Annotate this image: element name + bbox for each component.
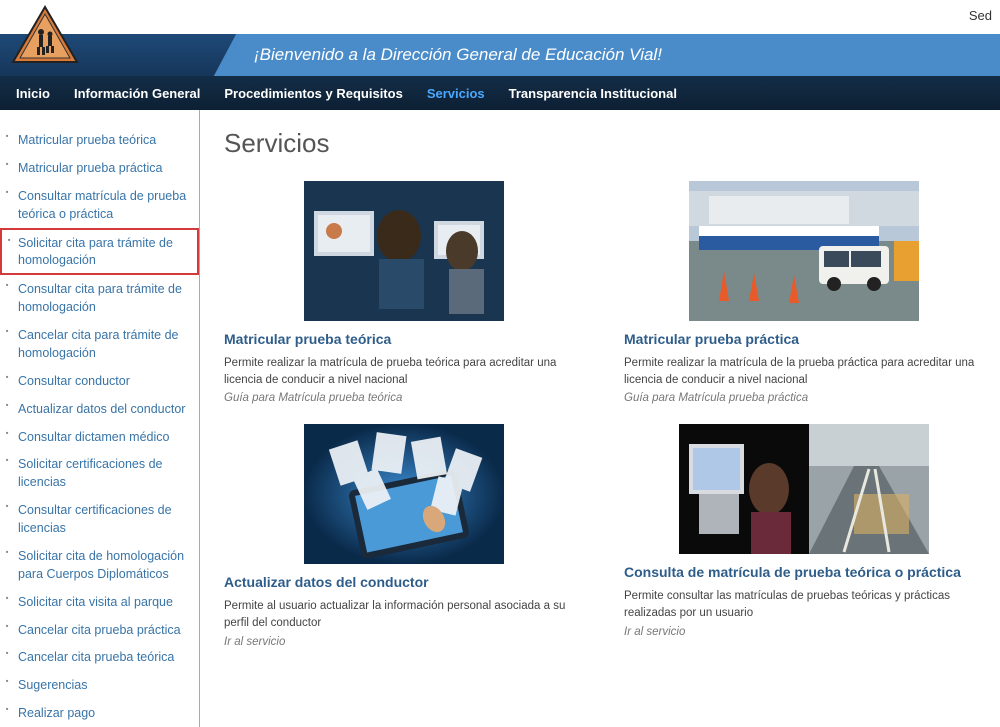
nav-item-4[interactable]: Transparencia Institucional: [509, 86, 677, 101]
service-card: Matricular prueba práctica Permite realiz…: [624, 181, 984, 404]
service-card: Consulta de matrícula de prueba teórica …: [624, 424, 984, 647]
sidebar-item[interactable]: Consultar certificaciones de licencias: [0, 496, 199, 542]
sidebar: Matricular prueba teórica Matricular prue…: [0, 110, 200, 727]
sidebar-link[interactable]: Consultar conductor: [18, 374, 130, 388]
service-desc: Permite realizar la matrícula de prueba …: [224, 355, 584, 388]
service-image[interactable]: [624, 181, 984, 321]
logo[interactable]: [10, 4, 80, 69]
sidebar-link[interactable]: Matricular prueba teórica: [18, 133, 156, 147]
sidebar-link[interactable]: Consultar matrícula de prueba teórica o …: [18, 189, 186, 221]
service-card: Matricular prueba teórica Permite realiza…: [224, 181, 584, 404]
sidebar-item[interactable]: Sugerencias: [0, 671, 199, 699]
service-grid: Matricular prueba teórica Permite realiza…: [224, 181, 990, 648]
sidebar-item[interactable]: Consultar matrícula de prueba teórica o …: [0, 182, 199, 228]
sidebar-item[interactable]: Cancelar cita prueba práctica: [0, 616, 199, 644]
service-guide-link[interactable]: Guía para Matrícula prueba teórica: [224, 392, 584, 404]
sidebar-link[interactable]: Cancelar cita prueba teórica: [18, 650, 174, 664]
nav-item-2[interactable]: Procedimientos y Requisitos: [224, 86, 402, 101]
sidebar-item[interactable]: Consultar dictamen médico: [0, 423, 199, 451]
main-nav: Inicio Información General Procedimientos …: [0, 76, 1000, 110]
sidebar-link[interactable]: Sugerencias: [18, 678, 88, 692]
welcome-bar: ¡Bienvenido a la Dirección General de Ed…: [240, 34, 1000, 76]
sidebar-item[interactable]: Realizar pago: [0, 699, 199, 727]
sidebar-link[interactable]: Consultar dictamen médico: [18, 430, 169, 444]
service-guide-link[interactable]: Guía para Matrícula prueba práctica: [624, 392, 984, 404]
sidebar-item[interactable]: Consultar cita para trámite de homologac…: [0, 275, 199, 321]
service-title[interactable]: Matricular prueba teórica: [224, 331, 584, 347]
sidebar-link[interactable]: Consultar cita para trámite de homologac…: [18, 282, 182, 314]
service-image[interactable]: [224, 424, 584, 564]
nav-item-3[interactable]: Servicios: [427, 86, 485, 101]
sidebar-link[interactable]: Actualizar datos del conductor: [18, 402, 185, 416]
sidebar-link[interactable]: Solicitar cita para trámite de homologac…: [18, 236, 173, 268]
sidebar-link[interactable]: Solicitar cita de homologación para Cuer…: [18, 549, 184, 581]
service-guide-link[interactable]: Ir al servicio: [624, 626, 984, 638]
page-title: Servicios: [224, 128, 990, 159]
service-image[interactable]: [624, 424, 984, 554]
welcome-text: ¡Bienvenido a la Dirección General de Ed…: [254, 45, 662, 65]
sidebar-item[interactable]: Matricular prueba práctica: [0, 154, 199, 182]
main-area: Servicios Matricular prueba teórica Permi…: [200, 110, 1000, 727]
sidebar-item[interactable]: Solicitar certificaciones de licencias: [0, 450, 199, 496]
sidebar-item[interactable]: Consultar conductor: [0, 367, 199, 395]
service-guide-link[interactable]: Ir al servicio: [224, 636, 584, 648]
top-bar: Sed: [0, 0, 1000, 34]
service-desc: Permite al usuario actualizar la informa…: [224, 598, 584, 631]
sidebar-link[interactable]: Solicitar cita visita al parque: [18, 595, 173, 609]
sidebar-link[interactable]: Consultar certificaciones de licencias: [18, 503, 172, 535]
sidebar-item[interactable]: Actualizar datos del conductor: [0, 395, 199, 423]
service-desc: Permite realizar la matrícula de la prue…: [624, 355, 984, 388]
content: Matricular prueba teóricaMatricular prue…: [0, 110, 1000, 727]
service-title[interactable]: Actualizar datos del conductor: [224, 574, 584, 590]
sidebar-item[interactable]: Solicitar cita de homologación para Cuer…: [0, 542, 199, 588]
sidebar-link[interactable]: Solicitar certificaciones de licencias: [18, 457, 163, 489]
service-title[interactable]: Matricular prueba práctica: [624, 331, 984, 347]
sidebar-link[interactable]: Cancelar cita para trámite de homologaci…: [18, 328, 179, 360]
nav-item-1[interactable]: Información General: [74, 86, 200, 101]
service-title[interactable]: Consulta de matrícula de prueba teórica …: [624, 564, 984, 580]
sidebar-item[interactable]: Matricular prueba teórica: [0, 126, 199, 154]
service-desc: Permite consultar las matrículas de prue…: [624, 588, 984, 621]
sidebar-item[interactable]: Solicitar cita visita al parque: [0, 588, 199, 616]
service-image[interactable]: [224, 181, 584, 321]
sidebar-item[interactable]: Cancelar cita prueba teórica: [0, 643, 199, 671]
sidebar-link[interactable]: Realizar pago: [18, 706, 95, 720]
sidebar-list: Matricular prueba teórica Matricular prue…: [0, 126, 199, 727]
nav-item-0[interactable]: Inicio: [16, 86, 50, 101]
sidebar-link[interactable]: Cancelar cita prueba práctica: [18, 623, 181, 637]
sidebar-item[interactable]: Cancelar cita para trámite de homologaci…: [0, 321, 199, 367]
sidebar-item[interactable]: Solicitar cita para trámite de homologac…: [0, 228, 199, 276]
top-right-text: Sed: [969, 8, 992, 23]
sidebar-link[interactable]: Matricular prueba práctica: [18, 161, 163, 175]
header: ¡Bienvenido a la Dirección General de Ed…: [0, 34, 1000, 76]
service-card: Actualizar datos del conductor Permite al…: [224, 424, 584, 647]
